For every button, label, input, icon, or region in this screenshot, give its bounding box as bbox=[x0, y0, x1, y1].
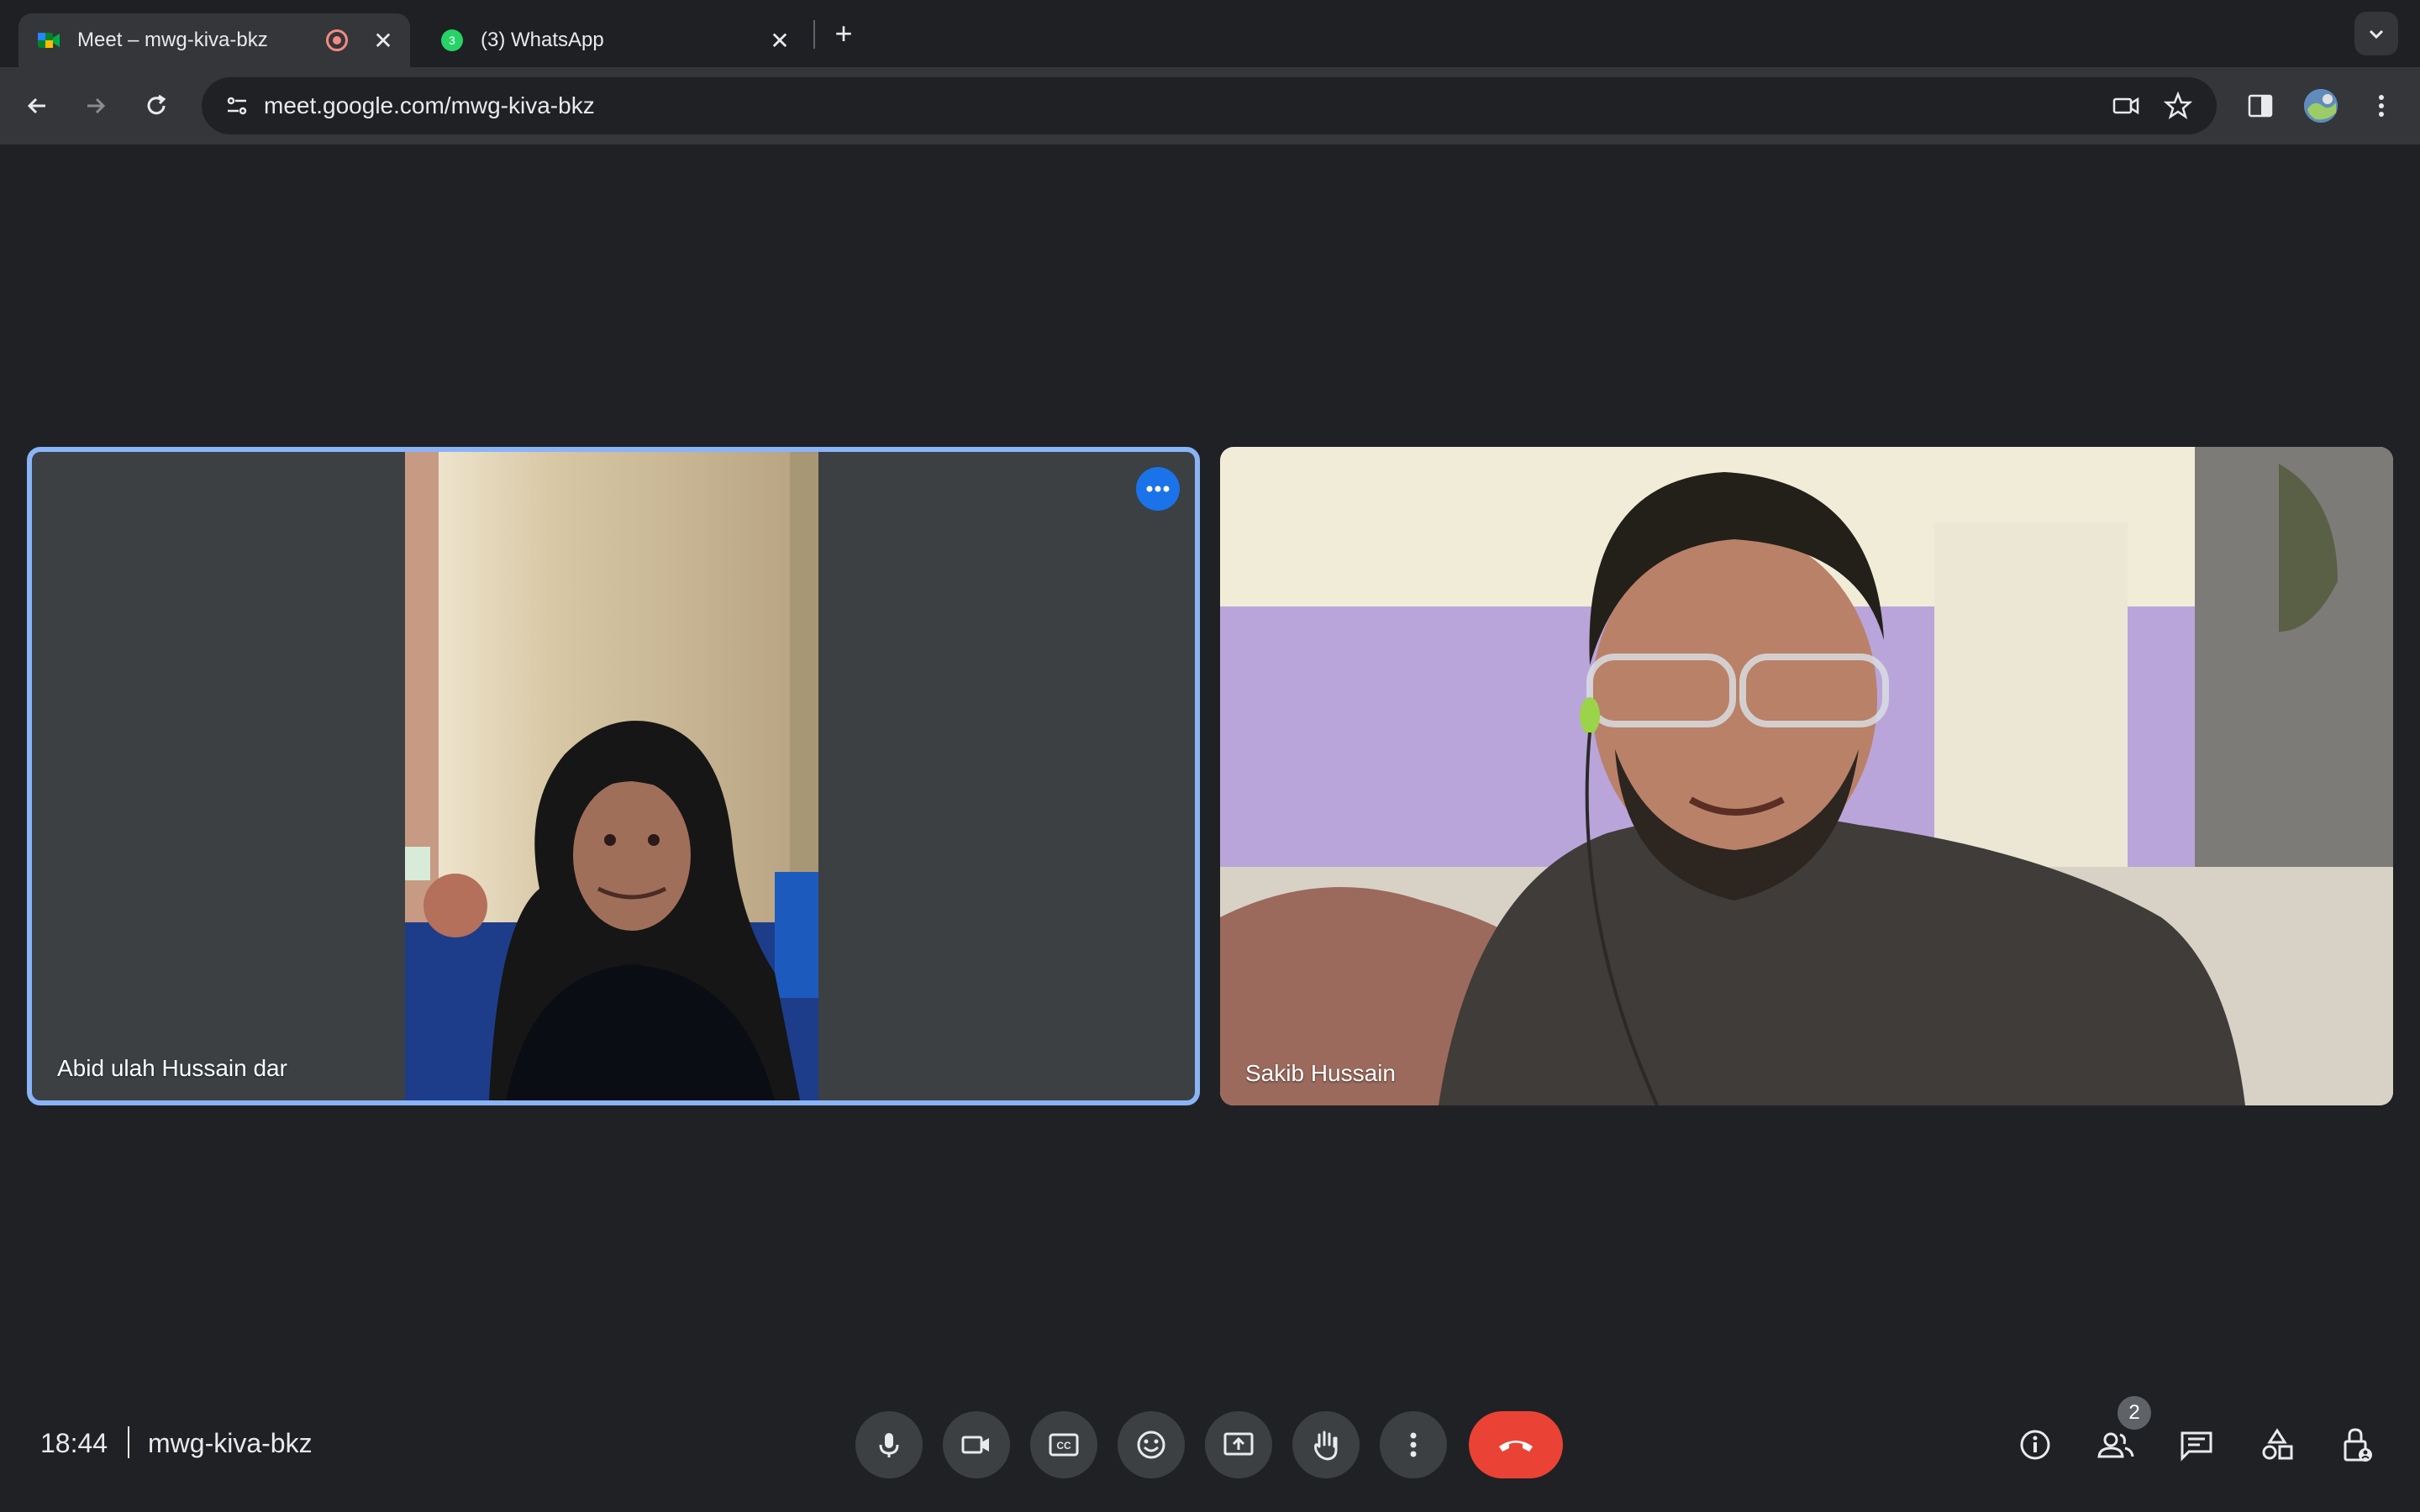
microphone-icon bbox=[879, 1433, 899, 1457]
meeting-controls-bar: 18:44 mwg-kiva-bkz CC 2 bbox=[0, 1394, 2420, 1495]
leave-call-button[interactable] bbox=[1469, 1411, 1563, 1478]
reload-button[interactable] bbox=[133, 82, 180, 129]
chevron-down-icon bbox=[2369, 29, 2384, 39]
url-text: meet.google.com/mwg-kiva-bkz bbox=[264, 92, 595, 118]
browser-menu-button[interactable] bbox=[2358, 82, 2405, 129]
side-panel-icon bbox=[2248, 94, 2273, 118]
chat-icon bbox=[2181, 1431, 2212, 1462]
side-panel-button[interactable] bbox=[2237, 82, 2284, 129]
tab-meet[interactable]: Meet – mwg-kiva-bkz ✕ bbox=[18, 13, 410, 67]
microphone-button[interactable] bbox=[855, 1411, 923, 1478]
participant-name: Abid ulah Hussain dar bbox=[57, 1055, 287, 1081]
host-controls-icon bbox=[2344, 1428, 2372, 1462]
divider bbox=[128, 1426, 129, 1458]
captions-icon: CC bbox=[1049, 1433, 1079, 1457]
more-options-button[interactable] bbox=[1380, 1411, 1447, 1478]
participant-tile[interactable]: Abid ulah Hussain dar bbox=[27, 447, 1200, 1105]
info-icon bbox=[2020, 1430, 2050, 1460]
avatar-icon bbox=[2304, 89, 2338, 123]
star-icon bbox=[2164, 92, 2192, 119]
participant-name: Sakib Hussain bbox=[1245, 1060, 1396, 1086]
whatsapp-badge: 3 bbox=[449, 34, 455, 47]
present-now-button[interactable] bbox=[1205, 1411, 1272, 1478]
participant-count-badge: 2 bbox=[2118, 1396, 2151, 1430]
close-tab-icon[interactable]: ✕ bbox=[370, 27, 397, 54]
video-camera-icon bbox=[2112, 97, 2139, 115]
chat-button[interactable] bbox=[2166, 1415, 2227, 1475]
meeting-code: mwg-kiva-bkz bbox=[148, 1428, 313, 1458]
camera-in-use-button[interactable] bbox=[2102, 82, 2149, 129]
raise-hand-icon bbox=[1314, 1431, 1338, 1461]
bookmark-button[interactable] bbox=[2154, 82, 2202, 129]
hangup-icon bbox=[1499, 1441, 1533, 1452]
tab-title: (3) WhatsApp bbox=[481, 29, 604, 51]
activities-icon bbox=[2262, 1428, 2293, 1460]
tab-divider bbox=[813, 20, 815, 49]
forward-button[interactable] bbox=[72, 82, 119, 129]
profile-avatar[interactable] bbox=[2297, 82, 2344, 129]
activities-button[interactable] bbox=[2247, 1415, 2307, 1475]
back-arrow-icon bbox=[27, 97, 45, 114]
send-reaction-button[interactable] bbox=[1118, 1411, 1185, 1478]
raise-hand-button[interactable] bbox=[1292, 1411, 1360, 1478]
new-tab-button[interactable]: + bbox=[827, 16, 860, 50]
captions-button[interactable]: CC bbox=[1030, 1411, 1097, 1478]
svg-text:CC: CC bbox=[1056, 1440, 1071, 1452]
close-tab-icon[interactable]: ✕ bbox=[766, 27, 793, 54]
kebab-menu-icon bbox=[2379, 95, 2384, 117]
google-meet-favicon-icon bbox=[37, 29, 60, 52]
more-horizontal-icon bbox=[1146, 486, 1170, 492]
participant-tile[interactable]: Sakib Hussain bbox=[1220, 447, 2393, 1105]
host-controls-button[interactable] bbox=[2328, 1415, 2388, 1475]
reload-icon bbox=[147, 94, 166, 115]
tab-title: Meet – mwg-kiva-bkz bbox=[77, 29, 268, 51]
recording-indicator-icon bbox=[326, 29, 348, 51]
tab-whatsapp[interactable]: 3 (3) WhatsApp ✕ bbox=[422, 13, 807, 67]
emoji-icon bbox=[1137, 1431, 1165, 1459]
participant-video bbox=[405, 452, 818, 1100]
meeting-details-button[interactable] bbox=[2005, 1415, 2065, 1475]
participant-options-button[interactable] bbox=[1136, 467, 1180, 511]
tab-bar: Meet – mwg-kiva-bkz ✕ 3 (3) WhatsApp ✕ + bbox=[0, 0, 2420, 67]
more-options-icon bbox=[1410, 1432, 1417, 1457]
meeting-time: 18:44 bbox=[40, 1428, 108, 1458]
participant-video bbox=[1220, 447, 2393, 1105]
people-icon bbox=[2097, 1432, 2134, 1458]
present-icon bbox=[1223, 1432, 1254, 1456]
camera-icon bbox=[961, 1436, 989, 1454]
tab-search-button[interactable] bbox=[2354, 12, 2398, 55]
back-button[interactable] bbox=[13, 82, 60, 129]
forward-arrow-icon bbox=[87, 97, 106, 114]
camera-button[interactable] bbox=[943, 1411, 1010, 1478]
address-bar[interactable]: meet.google.com/mwg-kiva-bkz bbox=[202, 77, 2217, 134]
site-info-icon[interactable] bbox=[220, 89, 254, 123]
whatsapp-favicon-icon: 3 bbox=[440, 29, 464, 52]
